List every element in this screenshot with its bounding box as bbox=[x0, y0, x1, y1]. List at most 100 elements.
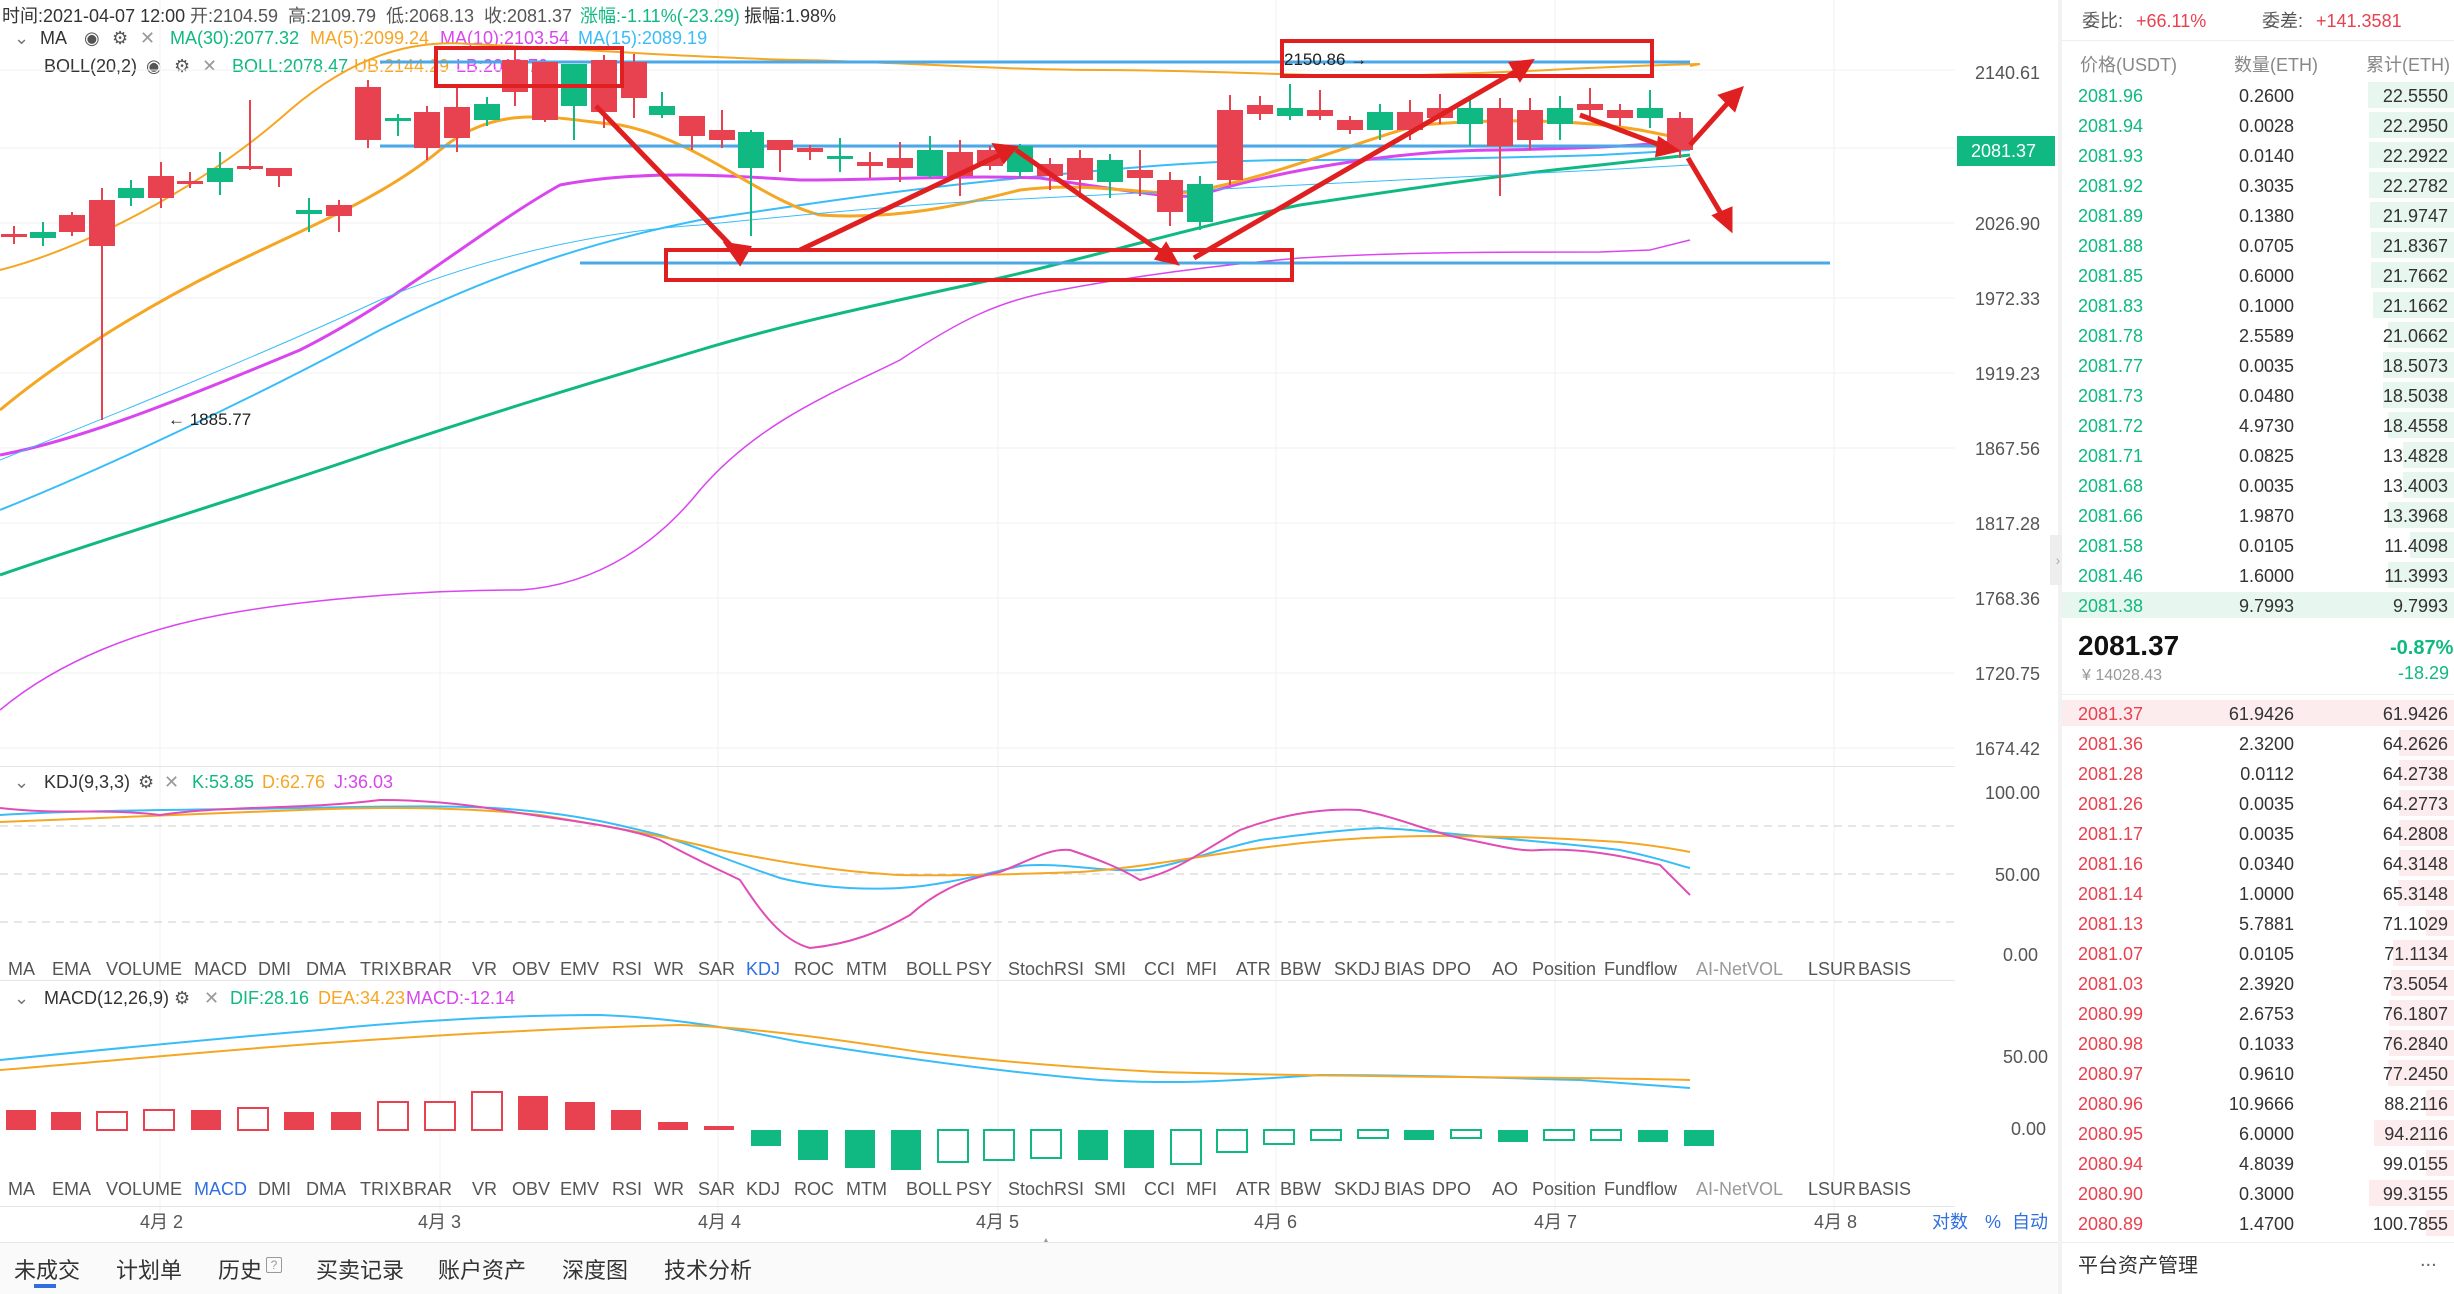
indicator-tab-bias[interactable]: BIAS bbox=[1384, 1180, 1425, 1198]
bid-row[interactable]: 2081.78 2.5589 21.0662 bbox=[2062, 320, 2454, 350]
indicator-tab-ema[interactable]: EMA bbox=[52, 960, 91, 978]
ask-row[interactable]: 2081.26 0.0035 64.2773 bbox=[2062, 788, 2454, 818]
indicator-tab-dpo[interactable]: DPO bbox=[1432, 960, 1471, 978]
indicator-tab-ma[interactable]: MA bbox=[8, 1180, 35, 1198]
indicator-tab-ao[interactable]: AO bbox=[1492, 960, 1518, 978]
bid-row[interactable]: 2081.93 0.0140 22.2922 bbox=[2062, 140, 2454, 170]
indicator-tab-rsi[interactable]: RSI bbox=[612, 960, 642, 978]
log-scale-toggle[interactable]: 对数 bbox=[1932, 1213, 1968, 1231]
indicator-tab-roc[interactable]: ROC bbox=[794, 1180, 834, 1198]
indicator-tab-rsi[interactable]: RSI bbox=[612, 1180, 642, 1198]
tab-plan-orders[interactable]: 计划单 bbox=[116, 1253, 182, 1285]
indicator-tab-stochrsi[interactable]: StochRSI bbox=[1008, 1180, 1084, 1198]
indicator-tab-kdj[interactable]: KDJ bbox=[746, 1180, 780, 1198]
bid-row[interactable]: 2081.71 0.0825 13.4828 bbox=[2062, 440, 2454, 470]
bid-row[interactable]: 2081.73 0.0480 18.5038 bbox=[2062, 380, 2454, 410]
bid-row[interactable]: 2081.38 9.7993 9.7993 bbox=[2062, 590, 2454, 620]
indicator-tab-vr[interactable]: VR bbox=[472, 960, 497, 978]
indicator-tab-lsur[interactable]: LSUR bbox=[1808, 1180, 1856, 1198]
indicator-tab-dmi[interactable]: DMI bbox=[258, 960, 291, 978]
settings-icon[interactable]: ⚙ bbox=[174, 988, 190, 1009]
ask-row[interactable]: 2081.36 2.3200 64.2626 bbox=[2062, 728, 2454, 758]
indicator-tab-mfi[interactable]: MFI bbox=[1186, 960, 1217, 978]
indicator-tab-ma[interactable]: MA bbox=[8, 960, 35, 978]
close-icon[interactable]: ✕ bbox=[204, 988, 219, 1009]
ask-row[interactable]: 2081.07 0.0105 71.1134 bbox=[2062, 938, 2454, 968]
indicator-tab-wr[interactable]: WR bbox=[654, 1180, 684, 1198]
ask-row[interactable]: 2080.95 6.0000 94.2116 bbox=[2062, 1118, 2454, 1148]
close-icon[interactable]: ✕ bbox=[164, 772, 179, 793]
indicator-tab-cci[interactable]: CCI bbox=[1144, 960, 1175, 978]
ask-row[interactable]: 2080.96 10.9666 88.2116 bbox=[2062, 1088, 2454, 1118]
indicator-tab-macd[interactable]: MACD bbox=[194, 1180, 247, 1198]
indicator-tab-atr[interactable]: ATR bbox=[1236, 1180, 1271, 1198]
pane-divider[interactable] bbox=[0, 766, 1955, 767]
ask-row[interactable]: 2080.89 1.4700 100.7855 bbox=[2062, 1208, 2454, 1238]
ask-row[interactable]: 2080.98 0.1033 76.2840 bbox=[2062, 1028, 2454, 1058]
indicator-tab-trix[interactable]: TRIX bbox=[360, 960, 401, 978]
indicator-tab-obv[interactable]: OBV bbox=[512, 960, 550, 978]
indicator-tab-position[interactable]: Position bbox=[1532, 960, 1596, 978]
percent-scale-toggle[interactable]: % bbox=[1985, 1213, 2001, 1231]
ask-row[interactable]: 2081.16 0.0340 64.3148 bbox=[2062, 848, 2454, 878]
indicator-tab-kdj[interactable]: KDJ bbox=[746, 960, 780, 978]
indicator-tab-volume[interactable]: VOLUME bbox=[106, 960, 182, 978]
tab-history[interactable]: 历史 bbox=[218, 1253, 262, 1285]
indicator-tab-position[interactable]: Position bbox=[1532, 1180, 1596, 1198]
ask-row[interactable]: 2081.17 0.0035 64.2808 bbox=[2062, 818, 2454, 848]
bid-row[interactable]: 2081.72 4.9730 18.4558 bbox=[2062, 410, 2454, 440]
indicator-tab-fundflow[interactable]: Fundflow bbox=[1604, 960, 1677, 978]
indicator-tab-fundflow[interactable]: Fundflow bbox=[1604, 1180, 1677, 1198]
indicator-tab-mfi[interactable]: MFI bbox=[1186, 1180, 1217, 1198]
indicator-tab-trix[interactable]: TRIX bbox=[360, 1180, 401, 1198]
indicator-tab-bias[interactable]: BIAS bbox=[1384, 960, 1425, 978]
bid-row[interactable]: 2081.68 0.0035 13.4003 bbox=[2062, 470, 2454, 500]
bid-row[interactable]: 2081.46 1.6000 11.3993 bbox=[2062, 560, 2454, 590]
indicator-tab-basis[interactable]: BASIS bbox=[1858, 1180, 1911, 1198]
bid-row[interactable]: 2081.77 0.0035 18.5073 bbox=[2062, 350, 2454, 380]
bid-row[interactable]: 2081.66 1.9870 13.3968 bbox=[2062, 500, 2454, 530]
indicator-tab-lsur[interactable]: LSUR bbox=[1808, 960, 1856, 978]
indicator-tab-smi[interactable]: SMI bbox=[1094, 1180, 1126, 1198]
indicator-tab-dma[interactable]: DMA bbox=[306, 1180, 346, 1198]
indicator-tab-volume[interactable]: VOLUME bbox=[106, 1180, 182, 1198]
indicator-tab-vr[interactable]: VR bbox=[472, 1180, 497, 1198]
tab-trade-records[interactable]: 买卖记录 bbox=[316, 1253, 404, 1285]
indicator-tab-mtm[interactable]: MTM bbox=[846, 1180, 887, 1198]
help-icon[interactable]: ? bbox=[266, 1257, 282, 1273]
indicator-tab-skdj[interactable]: SKDJ bbox=[1334, 1180, 1380, 1198]
tab-open-orders[interactable]: 未成交 bbox=[14, 1253, 80, 1285]
indicator-tab-stochrsi[interactable]: StochRSI bbox=[1008, 960, 1084, 978]
ask-row[interactable]: 2081.37 61.9426 61.9426 bbox=[2062, 698, 2454, 728]
bid-row[interactable]: 2081.92 0.3035 22.2782 bbox=[2062, 170, 2454, 200]
ask-row[interactable]: 2081.14 1.0000 65.3148 bbox=[2062, 878, 2454, 908]
indicator-tab-emv[interactable]: EMV bbox=[560, 1180, 599, 1198]
collapse-chevron-icon[interactable]: ⌄ bbox=[14, 772, 29, 793]
tab-account-assets[interactable]: 账户资产 bbox=[438, 1253, 526, 1285]
indicator-tab-obv[interactable]: OBV bbox=[512, 1180, 550, 1198]
bid-row[interactable]: 2081.88 0.0705 21.8367 bbox=[2062, 230, 2454, 260]
ask-row[interactable]: 2081.13 5.7881 71.1029 bbox=[2062, 908, 2454, 938]
indicator-tab-boll[interactable]: BOLL bbox=[906, 1180, 952, 1198]
bid-row[interactable]: 2081.83 0.1000 21.1662 bbox=[2062, 290, 2454, 320]
bid-row[interactable]: 2081.58 0.0105 11.4098 bbox=[2062, 530, 2454, 560]
tab-technical-analysis[interactable]: 技术分析 bbox=[664, 1253, 752, 1285]
ask-row[interactable]: 2080.99 2.6753 76.1807 bbox=[2062, 998, 2454, 1028]
ask-row[interactable]: 2080.97 0.9610 77.2450 bbox=[2062, 1058, 2454, 1088]
indicator-tab-bbw[interactable]: BBW bbox=[1280, 960, 1321, 978]
indicator-tab-emv[interactable]: EMV bbox=[560, 960, 599, 978]
indicator-tab-dpo[interactable]: DPO bbox=[1432, 1180, 1471, 1198]
indicator-tab-ema[interactable]: EMA bbox=[52, 1180, 91, 1198]
indicator-tab-skdj[interactable]: SKDJ bbox=[1334, 960, 1380, 978]
auto-scale-toggle[interactable]: 自动 bbox=[2012, 1213, 2048, 1231]
indicator-tab-brar[interactable]: BRAR bbox=[402, 1180, 452, 1198]
collapse-chevron-icon[interactable]: ⌄ bbox=[14, 988, 29, 1009]
platform-assets-link[interactable]: 平台资产管理 bbox=[2078, 1256, 2198, 1276]
indicator-tab-basis[interactable]: BASIS bbox=[1858, 960, 1911, 978]
bid-row[interactable]: 2081.96 0.2600 22.5550 bbox=[2062, 80, 2454, 110]
candlestick-chart[interactable]: 2150.86 → ← 1885.77 bbox=[0, 0, 1960, 1240]
indicator-tab-brar[interactable]: BRAR bbox=[402, 960, 452, 978]
indicator-tab-boll[interactable]: BOLL bbox=[906, 960, 952, 978]
indicator-tab-bbw[interactable]: BBW bbox=[1280, 1180, 1321, 1198]
indicator-tab-roc[interactable]: ROC bbox=[794, 960, 834, 978]
